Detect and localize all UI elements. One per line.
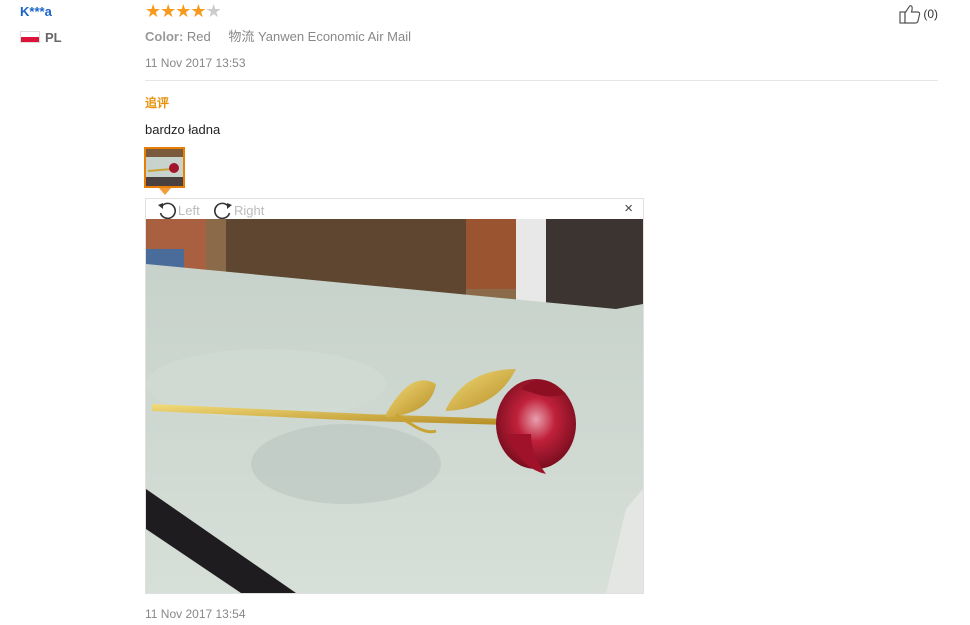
review-date: 11 Nov 2017 13:53 [145, 56, 246, 70]
star-icon: ★ [145, 1, 161, 21]
additional-review-label: 追评 [145, 96, 170, 110]
rotate-left-button[interactable]: Left [156, 200, 200, 220]
additional-review-date: 11 Nov 2017 13:54 [145, 607, 246, 621]
divider [145, 80, 938, 81]
poland-flag-icon [20, 31, 40, 43]
color-label: Color: [145, 29, 184, 44]
helpful-button[interactable]: (0) [899, 4, 938, 24]
rotate-left-icon [158, 202, 176, 220]
rotate-left-label: Left [178, 202, 200, 218]
review-meta: Color: Red 物流 Yanwen Economic Air Mail [145, 26, 411, 45]
close-icon[interactable]: × [624, 201, 633, 217]
star-icon: ★ [160, 1, 176, 21]
star-icon: ★ [175, 1, 191, 21]
rotate-right-label: Right [234, 202, 265, 218]
photo-viewer: Left Right × [145, 198, 644, 594]
review-photo-thumbnail[interactable] [144, 147, 185, 188]
shipping-label: 物流 [228, 29, 255, 44]
reviewer-name[interactable]: K***a [20, 4, 52, 19]
color-value: Red [186, 29, 211, 44]
thumbs-up-icon [899, 5, 921, 24]
additional-review-text: bardzo ładna [145, 122, 221, 137]
star-empty-icon: ★ [205, 1, 222, 21]
rotate-right-button[interactable]: Right [212, 200, 264, 220]
rose-photo [146, 219, 643, 593]
thumbnail-pointer [159, 188, 171, 195]
viewer-toolbar: Left Right × [146, 199, 643, 220]
star-icon: ★ [190, 1, 206, 21]
star-rating: ★★★★★ [145, 1, 222, 21]
reviewer-country: PL [45, 30, 62, 45]
helpful-count: (0) [923, 7, 938, 21]
shipping-value: Yanwen Economic Air Mail [258, 29, 411, 44]
rose-photo-thumbnail [146, 149, 183, 186]
rotate-right-icon [214, 202, 232, 220]
